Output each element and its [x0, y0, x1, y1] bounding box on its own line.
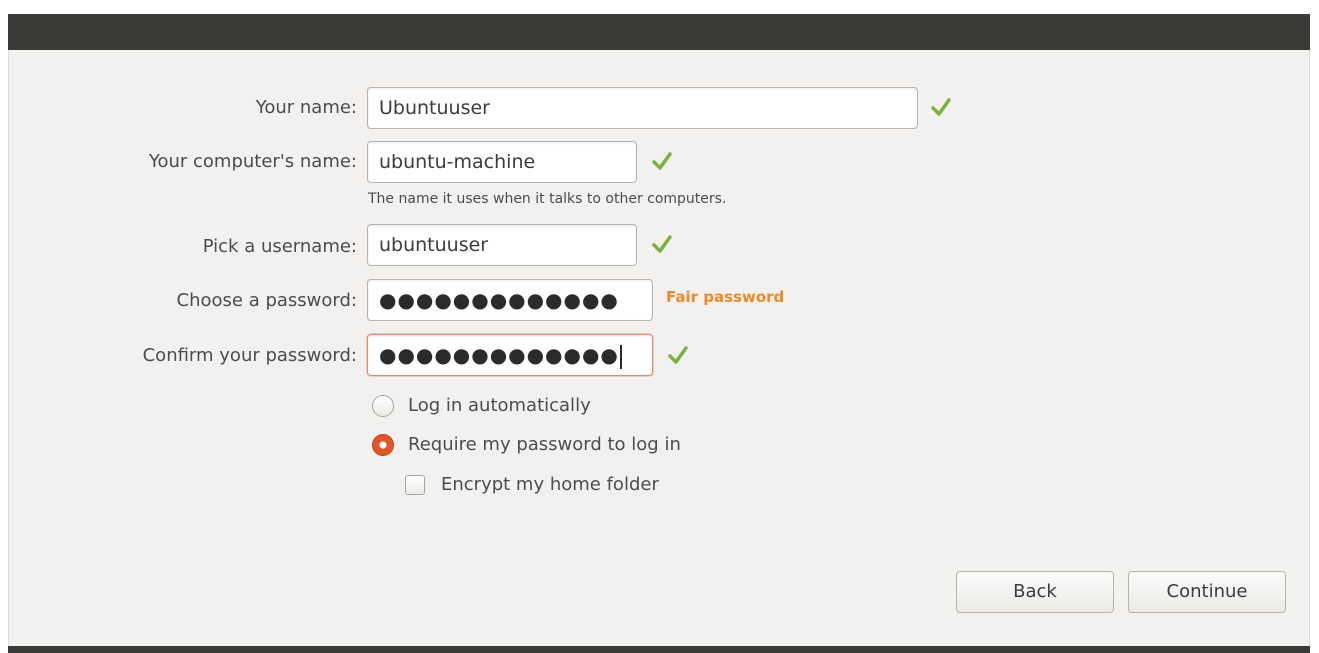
- password-input[interactable]: ●●●●●●●●●●●●●: [367, 279, 653, 321]
- encrypt-home-checkbox[interactable]: [405, 475, 425, 495]
- name-label: Your name:: [255, 97, 357, 118]
- window-titlebar: [8, 14, 1310, 50]
- password-strength-label: Fair password: [666, 288, 785, 306]
- computer-name-hint: The name it uses when it talks to other …: [368, 191, 727, 207]
- confirm-password-valid-check-icon: [668, 346, 688, 364]
- continue-button[interactable]: Continue: [1128, 571, 1286, 613]
- computer-name-valid-check-icon: [652, 152, 672, 170]
- require-password-radio[interactable]: [372, 434, 394, 456]
- name-input-value: Ubuntuuser: [379, 97, 490, 119]
- window-bottom-bar: [8, 646, 1310, 653]
- computer-name-input[interactable]: ubuntu-machine: [367, 141, 637, 183]
- computer-name-value: ubuntu-machine: [379, 151, 536, 173]
- username-value: ubuntuuser: [379, 234, 489, 256]
- name-valid-check-icon: [931, 98, 951, 116]
- encrypt-home-label[interactable]: Encrypt my home folder: [441, 474, 659, 496]
- log-in-automatically-radio[interactable]: [372, 395, 394, 417]
- username-valid-check-icon: [652, 235, 672, 253]
- computer-name-label: Your computer's name:: [148, 151, 357, 172]
- back-button[interactable]: Back: [956, 571, 1114, 613]
- confirm-password-masked-value: ●●●●●●●●●●●●●: [379, 343, 619, 367]
- password-masked-value: ●●●●●●●●●●●●●: [379, 288, 619, 312]
- confirm-password-input[interactable]: ●●●●●●●●●●●●●: [367, 334, 653, 376]
- text-caret: [619, 344, 622, 369]
- require-password-label[interactable]: Require my password to log in: [408, 434, 681, 456]
- username-label: Pick a username:: [202, 236, 357, 257]
- name-input[interactable]: Ubuntuuser: [367, 87, 918, 129]
- password-label: Choose a password:: [176, 290, 357, 311]
- confirm-password-label: Confirm your password:: [142, 345, 357, 366]
- username-input[interactable]: ubuntuuser: [367, 224, 637, 266]
- log-in-automatically-label[interactable]: Log in automatically: [408, 395, 591, 417]
